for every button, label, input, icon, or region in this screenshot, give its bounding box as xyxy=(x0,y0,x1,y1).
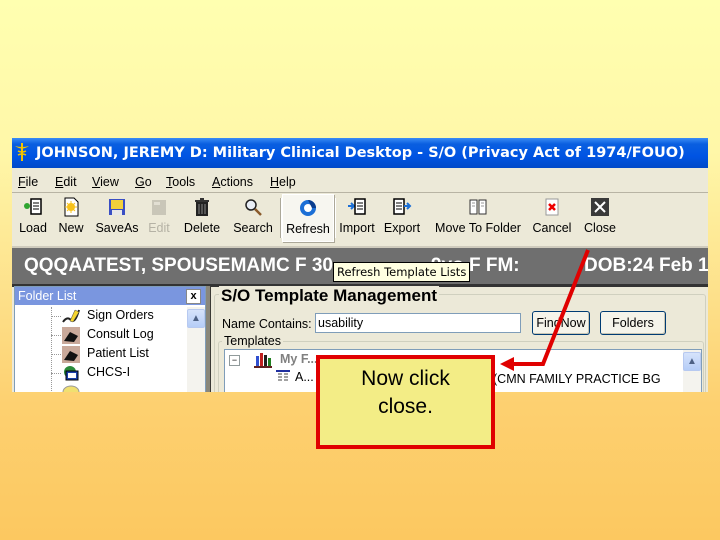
consult-log-icon xyxy=(62,327,80,344)
folder-list-pane: Folder List x Sign Orders Consult Log Pa… xyxy=(14,286,206,392)
refresh-button[interactable]: Refresh xyxy=(282,194,334,242)
close-button[interactable]: Close xyxy=(580,194,620,240)
menu-tools[interactable]: Tools xyxy=(166,175,195,189)
templates-scrollbar[interactable]: ▲ xyxy=(683,350,701,392)
patient-list-icon xyxy=(62,346,80,363)
name-contains-input[interactable] xyxy=(315,313,521,333)
folder-list-title: Folder List xyxy=(18,289,77,303)
magnifier-icon xyxy=(245,199,262,216)
callout-line-1: Now click xyxy=(361,367,450,390)
move-to-folder-button[interactable]: Move To Folder xyxy=(430,194,526,240)
patient-name: QQQAATEST, SPOUSEMAMC F 30 xyxy=(24,255,333,276)
toolbar-separator xyxy=(334,198,336,238)
edit-icon xyxy=(152,200,166,215)
find-now-button[interactable]: FindNow xyxy=(532,311,590,335)
folder-item-chcs[interactable]: CHCS-I xyxy=(15,364,185,383)
pane-splitter[interactable] xyxy=(206,286,211,392)
folder-item-consult-log[interactable]: Consult Log xyxy=(15,326,185,345)
menu-view[interactable]: View xyxy=(92,175,119,189)
book-folder-icon xyxy=(469,199,487,215)
template-item-icon xyxy=(276,370,290,381)
search-button[interactable]: Search xyxy=(230,194,276,240)
title-bar: JOHNSON, JEREMY D: Military Clinical Des… xyxy=(12,138,708,168)
delete-button[interactable]: Delete xyxy=(180,194,224,240)
cancel-icon xyxy=(545,198,559,216)
folder-list-header: Folder List x xyxy=(15,287,205,305)
sign-orders-icon xyxy=(62,309,80,323)
folder-icon xyxy=(62,385,80,392)
callout-line-2: close. xyxy=(378,395,433,418)
refresh-tooltip: Refresh Template Lists xyxy=(333,262,471,282)
folder-item-patient-list[interactable]: Patient List xyxy=(15,345,185,364)
chcs-computer-icon xyxy=(64,366,79,381)
cancel-button[interactable]: Cancel xyxy=(530,194,574,240)
menu-actions[interactable]: Actions xyxy=(212,175,253,189)
scroll-up-button[interactable]: ▲ xyxy=(187,309,205,328)
folder-list-scrollbar[interactable]: ▲ xyxy=(187,307,205,392)
edit-button[interactable]: Edit xyxy=(146,194,172,240)
window-title: JOHNSON, JEREMY D: Military Clinical Des… xyxy=(36,145,685,161)
name-contains-label: Name Contains: xyxy=(222,317,312,331)
folder-tree: Sign Orders Consult Log Patient List CHC… xyxy=(15,307,185,392)
trash-icon xyxy=(195,198,209,216)
new-button[interactable]: New xyxy=(56,194,86,240)
patient-dob: DOB:24 Feb 1 xyxy=(584,255,708,276)
save-as-icon xyxy=(109,199,125,215)
save-as-button[interactable]: SaveAs xyxy=(94,194,140,240)
application-window: JOHNSON, JEREMY D: Military Clinical Des… xyxy=(12,138,708,392)
folder-item-sign-orders[interactable]: Sign Orders xyxy=(15,307,185,326)
my-folder-node[interactable]: My F... xyxy=(280,352,318,366)
export-button[interactable]: Export xyxy=(382,194,422,240)
scroll-up-button[interactable]: ▲ xyxy=(683,352,701,371)
new-document-icon xyxy=(64,197,79,217)
menu-help[interactable]: Help xyxy=(270,175,296,189)
refresh-icon xyxy=(300,200,316,216)
toolbar: Load New SaveAs Edit Delete Search Refre… xyxy=(12,194,708,242)
menu-file[interactable]: File xyxy=(18,175,38,189)
template-owner: (CMN FAMILY PRACTICE BG xyxy=(493,372,661,386)
template-folder-icon xyxy=(254,353,272,368)
import-button[interactable]: Import xyxy=(338,194,376,240)
instruction-callout: Now click close. xyxy=(316,355,495,449)
load-icon xyxy=(24,198,42,215)
folder-item-partial[interactable] xyxy=(15,383,185,392)
export-icon xyxy=(393,198,412,215)
template-node[interactable]: A... xyxy=(295,370,314,384)
folders-button[interactable]: Folders xyxy=(600,311,666,335)
load-button[interactable]: Load xyxy=(16,194,50,240)
menu-bar: File Edit View Go Tools Actions Help xyxy=(12,172,708,193)
template-management-title: S/O Template Management xyxy=(219,286,440,306)
collapse-toggle[interactable]: − xyxy=(229,355,240,366)
close-x-icon xyxy=(591,198,609,216)
menu-go[interactable]: Go xyxy=(135,175,152,189)
caduceus-app-icon xyxy=(15,143,29,161)
menu-edit[interactable]: Edit xyxy=(55,175,77,189)
templates-group-label: Templates xyxy=(222,334,283,348)
folder-list-close-button[interactable]: x xyxy=(186,289,201,304)
import-icon xyxy=(348,198,366,215)
